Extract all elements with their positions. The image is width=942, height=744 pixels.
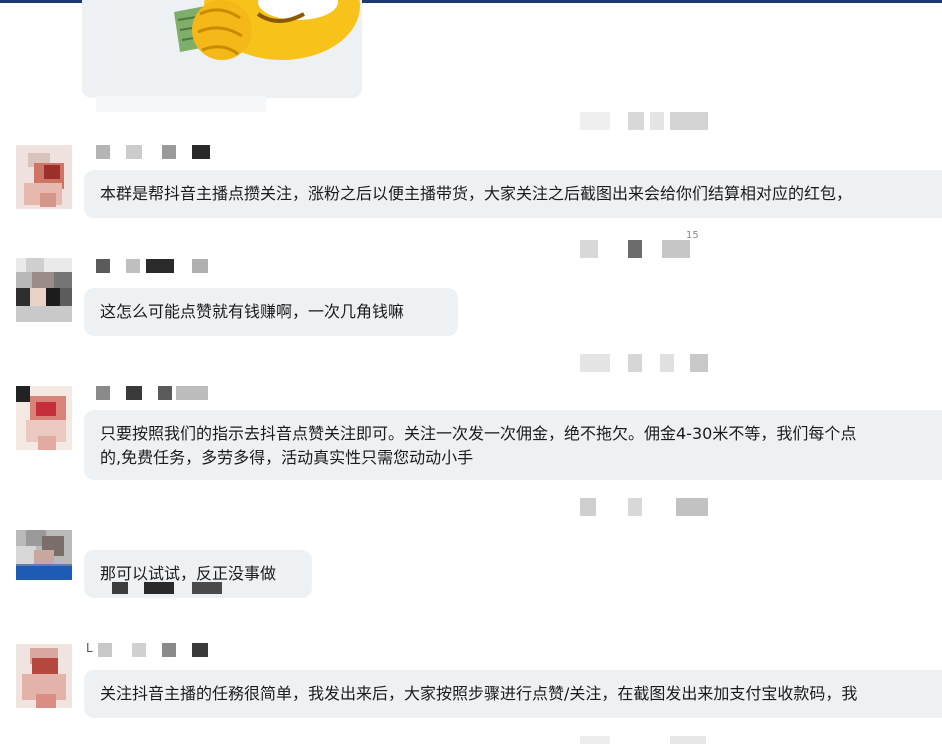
timestamp-mosaic bbox=[580, 240, 692, 258]
sticker-message-bubble[interactable] bbox=[82, 0, 362, 98]
message-text: 关注抖音主播的任務很简单，我发出来后，大家按照步骤进行点赞/关注，在截图发出来加… bbox=[100, 684, 858, 703]
sender-name-mosaic: L bbox=[86, 641, 210, 657]
message-bubble[interactable]: 本群是帮抖音主播点攒关注，涨粉之后以便主播带货，大家关注之后截图出来会给你们结算… bbox=[84, 170, 942, 218]
sender-name-mosaic bbox=[96, 386, 210, 400]
avatar[interactable] bbox=[16, 644, 72, 708]
message-bubble[interactable]: 这怎么可能点赞就有钱赚啊，一次几角钱嘛 bbox=[84, 288, 458, 336]
message-text: 本群是帮抖音主播点攒关注，涨粉之后以便主播带货，大家关注之后截图出来会给你们结算… bbox=[100, 184, 853, 203]
message-text-line: 只要按照我们的指示去抖音点赞关注即可。关注一次发一次佣金，绝不拖欠。佣金4-30… bbox=[100, 424, 857, 443]
sticker-bottom-blur bbox=[96, 96, 266, 112]
sender-name-mosaic bbox=[96, 259, 210, 273]
avatar[interactable] bbox=[16, 258, 72, 322]
money-emoji-sticker-icon bbox=[82, 0, 362, 98]
timestamp-mosaic bbox=[580, 736, 710, 744]
partial-number: 15 bbox=[686, 230, 699, 241]
timestamp-mosaic bbox=[580, 498, 710, 516]
message-text: 这怎么可能点赞就有钱赚啊，一次几角钱嘛 bbox=[100, 302, 405, 321]
avatar[interactable] bbox=[16, 386, 72, 450]
message-text-line: 的,免费任务，多劳多得，活动真实性只需您动动小手 bbox=[100, 448, 474, 467]
timestamp-mosaic bbox=[580, 354, 710, 372]
avatar[interactable] bbox=[16, 145, 72, 209]
sender-name-mosaic bbox=[112, 582, 224, 594]
message-bubble[interactable]: 关注抖音主播的任務很简单，我发出来后，大家按照步骤进行点赞/关注，在截图发出来加… bbox=[84, 670, 942, 718]
avatar[interactable] bbox=[16, 530, 72, 594]
name-fragment: L bbox=[86, 641, 93, 655]
message-bubble[interactable]: 只要按照我们的指示去抖音点赞关注即可。关注一次发一次佣金，绝不拖欠。佣金4-30… bbox=[84, 410, 942, 480]
sender-name-mosaic bbox=[96, 145, 212, 159]
timestamp-mosaic bbox=[580, 112, 710, 130]
